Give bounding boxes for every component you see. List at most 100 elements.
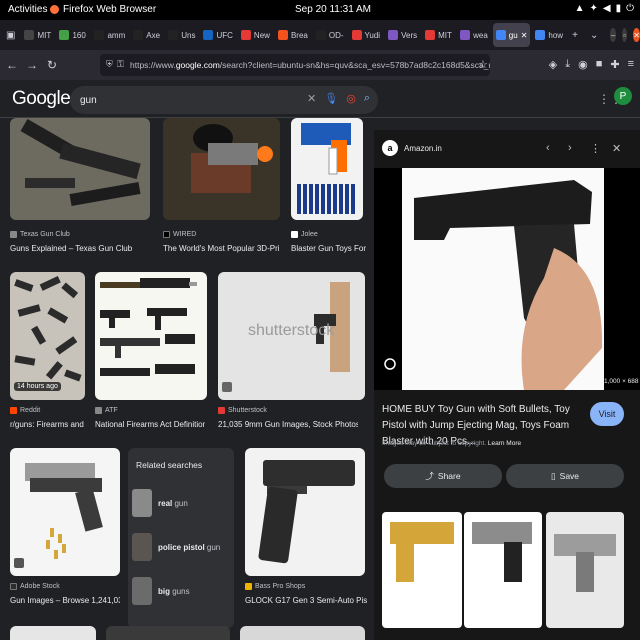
source-name: ATF: [105, 407, 118, 414]
result-source: Shutterstock: [218, 407, 267, 414]
related-search-item[interactable]: real gun: [132, 486, 230, 520]
back-button[interactable]: ←: [4, 58, 20, 72]
navigation-bar: ← → ↻ ⛨ ⚿ https://www. google.com/search?…: [0, 50, 640, 80]
app-menu[interactable]: Firefox Web Browser: [50, 4, 156, 15]
browser-tab[interactable]: Axe: [130, 23, 163, 47]
browser-tab[interactable]: Vers: [385, 23, 420, 47]
source-favicon: [10, 407, 17, 414]
result-card-9[interactable]: [10, 626, 96, 640]
power-icon: ⏻: [626, 3, 634, 14]
related-image-1[interactable]: [382, 512, 462, 628]
network-icon: ▲: [574, 3, 585, 14]
tab-label: amm: [107, 30, 126, 40]
tab-label: how: [548, 30, 564, 40]
browser-tab[interactable]: wea: [457, 23, 491, 47]
reload-button[interactable]: ↻: [44, 58, 60, 72]
minimize-button[interactable]: –: [610, 28, 616, 42]
source-favicon: [245, 583, 252, 590]
account-icon[interactable]: ◉: [578, 58, 588, 71]
forward-button[interactable]: →: [24, 58, 40, 72]
related-image-3[interactable]: [546, 512, 624, 628]
microphone-icon[interactable]: 🎙: [324, 92, 338, 105]
result-card-10[interactable]: [106, 626, 230, 640]
previous-icon[interactable]: ‹: [546, 142, 550, 154]
result-card-11[interactable]: [240, 626, 365, 640]
visit-button[interactable]: Visit: [590, 402, 624, 426]
result-caption[interactable]: Gun Images – Browse 1,241,038 St...: [10, 596, 120, 605]
related-thumbnail: [132, 489, 152, 517]
close-window-button[interactable]: ✕: [633, 28, 640, 42]
share-button[interactable]: ⤴ Share: [384, 464, 502, 488]
result-caption[interactable]: 21,035 9mm Gun Images, Stock Photos, 3D …: [218, 420, 358, 429]
result-source: Jolee: [291, 231, 318, 238]
tab-label: Vers: [401, 30, 418, 40]
menu-icon[interactable]: ≡: [628, 58, 634, 71]
source-name: Bass Pro Shops: [255, 583, 306, 590]
next-icon[interactable]: ›: [568, 142, 572, 154]
source-name: Texas Gun Club: [20, 231, 70, 238]
source-favicon: [10, 583, 17, 590]
result-caption[interactable]: Blaster Gun Toys For K...: [291, 244, 366, 253]
more-options-icon[interactable]: ⋮: [590, 142, 601, 155]
browser-tab[interactable]: Yudi: [349, 23, 384, 47]
clock[interactable]: Sep 20 11:31 AM: [295, 4, 371, 15]
browser-tab[interactable]: gu ✕: [492, 23, 531, 47]
browser-tab[interactable]: amm: [91, 23, 128, 47]
browser-tab[interactable]: 160: [56, 23, 89, 47]
related-search-item[interactable]: big guns: [132, 574, 230, 608]
browser-tab[interactable]: MIT: [422, 23, 455, 47]
activities-button[interactable]: Activities: [8, 4, 47, 15]
result-caption[interactable]: GLOCK G17 Gen 3 Semi-Auto Pistol | ...: [245, 596, 367, 605]
result-thumbnail: [95, 272, 207, 400]
chevron-down-icon[interactable]: ⌄: [584, 30, 604, 41]
system-tray[interactable]: ▲ ✦ ◀ ▮ ⏻: [575, 3, 634, 14]
browser-tab[interactable]: how: [532, 23, 566, 47]
lens-icon[interactable]: ◎: [346, 92, 356, 105]
browser-tab[interactable]: Uns: [165, 23, 198, 47]
result-thumbnail: [291, 118, 363, 220]
result-caption[interactable]: r/guns: Firearms and re...: [10, 420, 85, 429]
result-thumbnail: [10, 272, 85, 400]
source-name: Adobe Stock: [20, 583, 60, 590]
new-tab-button[interactable]: +: [566, 30, 584, 41]
related-image-2[interactable]: [464, 512, 542, 628]
save-button[interactable]: ▯ Save: [506, 464, 624, 488]
tab-label: UFC: [216, 30, 233, 40]
result-caption[interactable]: The World's Most Popular 3D-Printed ...: [163, 244, 280, 253]
tab-label: OD-: [328, 30, 344, 40]
search-input[interactable]: gun ✕ 🎙 ◎ ⌕: [70, 86, 378, 114]
downloads-icon[interactable]: ⤓: [565, 58, 570, 71]
tab-favicon-icon: [203, 30, 214, 40]
browser-tab[interactable]: MIT: [21, 23, 54, 47]
learn-more-link[interactable]: Learn More: [488, 440, 521, 447]
panel-site-name[interactable]: Amazon.in: [404, 144, 442, 153]
related-thumbnail: [132, 533, 152, 561]
close-icon[interactable]: ✕: [612, 142, 621, 155]
extension-icon[interactable]: ■: [596, 58, 603, 71]
result-caption[interactable]: National Firearms Act Definitions ...: [95, 420, 205, 429]
avatar[interactable]: P: [614, 87, 632, 105]
tab-list-icon[interactable]: ▣: [0, 30, 21, 41]
preview-image[interactable]: [374, 168, 640, 390]
google-logo[interactable]: Google: [12, 88, 71, 110]
related-thumbnail: [132, 577, 152, 605]
bookmark-star-icon[interactable]: ☆: [478, 58, 488, 71]
google-header: Google gun ✕ 🎙 ◎ ⌕ ⋮⋮: [0, 80, 640, 118]
result-thumbnail: [163, 118, 280, 220]
puzzle-icon[interactable]: ✚: [610, 58, 619, 71]
browser-tab[interactable]: New: [238, 23, 273, 47]
browser-tab[interactable]: OD-: [313, 23, 347, 47]
accessibility-icon: ✦: [589, 3, 598, 14]
result-caption[interactable]: Guns Explained – Texas Gun Club: [10, 244, 150, 253]
clear-icon[interactable]: ✕: [307, 92, 316, 105]
restore-button[interactable]: ▫: [621, 28, 628, 42]
result-source: ATF: [95, 407, 118, 414]
browser-tab[interactable]: UFC: [200, 23, 235, 47]
related-search-item[interactable]: police pistol gun: [132, 530, 230, 564]
pocket-icon[interactable]: ◈: [549, 58, 557, 71]
url-bar[interactable]: ⛨ ⚿ https://www. google.com/search?client…: [100, 54, 490, 76]
url-domain: google.com: [175, 60, 220, 70]
search-icon[interactable]: ⌕: [364, 92, 370, 105]
close-tab-icon[interactable]: ✕: [521, 31, 528, 40]
browser-tab[interactable]: Brea: [275, 23, 311, 47]
